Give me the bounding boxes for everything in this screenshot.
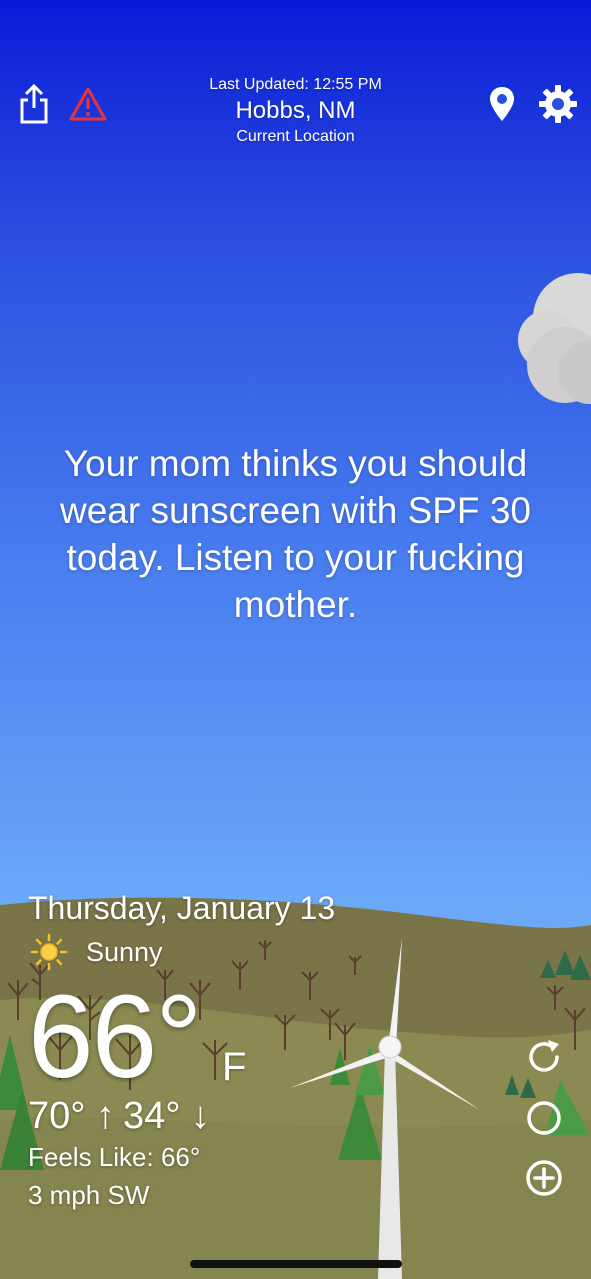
locations-button[interactable] bbox=[480, 82, 524, 126]
forecast-date: Thursday, January 13 bbox=[28, 890, 336, 926]
cloud bbox=[518, 273, 591, 404]
sun-icon bbox=[30, 933, 68, 971]
feels-like: Feels Like: 66° bbox=[28, 1142, 201, 1172]
settings-button[interactable] bbox=[536, 82, 580, 126]
moon-toggle-icon bbox=[527, 1101, 561, 1135]
high-low-temps: 70° ↑ 34° ↓ bbox=[28, 1095, 210, 1138]
high-temp: 70° ↑ bbox=[28, 1095, 116, 1137]
add-circle-icon bbox=[526, 1160, 562, 1196]
temperature-unit[interactable]: F bbox=[222, 1045, 246, 1090]
refresh-button[interactable] bbox=[522, 1035, 566, 1079]
current-temperature: 66° bbox=[28, 971, 202, 1103]
condition-label: Sunny bbox=[86, 936, 163, 967]
add-location-button[interactable] bbox=[522, 1156, 566, 1200]
top-bar: Last Updated: 12:55 PM Hobbs, NM Current… bbox=[0, 70, 591, 160]
current-location-label: Current Location bbox=[236, 128, 355, 145]
theme-toggle-button[interactable] bbox=[522, 1096, 566, 1140]
refresh-icon bbox=[529, 1040, 559, 1072]
weather-condition: Sunny bbox=[30, 932, 163, 972]
weather-message: Your mom thinks you should wear sunscree… bbox=[60, 443, 531, 625]
low-temp: 34° ↓ bbox=[123, 1095, 211, 1137]
wind-speed: 3 mph SW bbox=[28, 1180, 150, 1210]
location-pin-icon bbox=[490, 87, 514, 121]
gear-icon bbox=[539, 85, 577, 123]
home-indicator[interactable] bbox=[190, 1260, 402, 1268]
